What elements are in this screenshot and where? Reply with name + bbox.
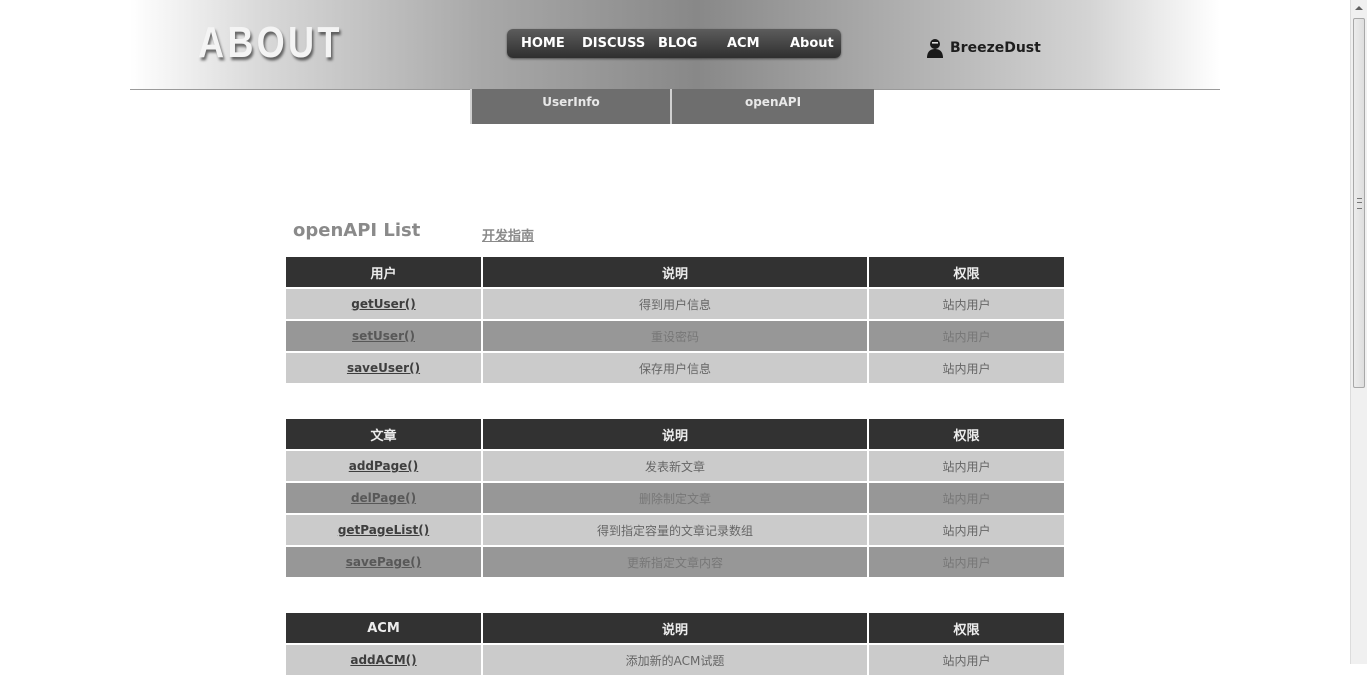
column-header-permission: 权限 (868, 613, 1064, 645)
column-header-category: ACM (286, 613, 483, 645)
nav-acm[interactable]: ACM (727, 29, 760, 58)
api-description: 添加新的ACM试题 (482, 644, 869, 677)
table-row: setUser() 重设密码 站内用户 (286, 320, 1064, 353)
scroll-up-icon[interactable] (1355, 6, 1363, 10)
api-link-saveuser[interactable]: saveUser() (347, 361, 420, 375)
column-header-permission: 权限 (868, 257, 1064, 289)
user-menu[interactable]: BreezeDust (926, 36, 1041, 60)
table-row: addPage() 发表新文章 站内用户 (286, 450, 1064, 483)
api-permission: 站内用户 (868, 514, 1064, 547)
column-header-description: 说明 (482, 419, 869, 451)
vertical-scrollbar[interactable] (1350, 0, 1367, 664)
acm-api-table: ACM 说明 权限 addACM() 添加新的ACM试题 站内用户 (286, 613, 1064, 677)
table-row: addACM() 添加新的ACM试题 站内用户 (286, 644, 1064, 677)
api-permission: 站内用户 (868, 450, 1064, 483)
api-permission: 站内用户 (868, 320, 1064, 353)
api-description: 删除制定文章 (482, 482, 869, 515)
dev-guide-link[interactable]: 开发指南 (482, 225, 534, 244)
api-link-savepage[interactable]: savePage() (346, 555, 421, 569)
tab-openapi[interactable]: openAPI (670, 89, 874, 124)
column-header-permission: 权限 (868, 419, 1064, 451)
api-link-getuser[interactable]: getUser() (351, 297, 415, 311)
api-permission: 站内用户 (868, 482, 1064, 515)
sub-tabs: UserInfo openAPI (470, 89, 874, 124)
user-api-table: 用户 说明 权限 getUser() 得到用户信息 站内用户 setUser()… (286, 257, 1064, 385)
api-link-delpage[interactable]: delPage() (351, 491, 416, 505)
api-permission: 站内用户 (868, 546, 1064, 579)
api-link-getpagelist[interactable]: getPageList() (338, 523, 429, 537)
page-api-table: 文章 说明 权限 addPage() 发表新文章 站内用户 delPage() … (286, 419, 1064, 579)
api-permission: 站内用户 (868, 352, 1064, 385)
table-row: saveUser() 保存用户信息 站内用户 (286, 352, 1064, 385)
username[interactable]: BreezeDust (950, 40, 1041, 56)
main-nav: HOME DISCUSS BLOG ACM About (507, 29, 841, 58)
api-link-addpage[interactable]: addPage() (349, 459, 419, 473)
nav-home[interactable]: HOME (521, 29, 565, 58)
site-logo[interactable]: ABOUT (198, 18, 343, 68)
column-header-description: 说明 (482, 257, 869, 289)
api-description: 发表新文章 (482, 450, 869, 483)
api-description: 得到指定容量的文章记录数组 (482, 514, 869, 547)
column-header-category: 用户 (286, 257, 483, 289)
column-header-description: 说明 (482, 613, 869, 645)
table-row: getUser() 得到用户信息 站内用户 (286, 288, 1064, 321)
nav-blog[interactable]: BLOG (658, 29, 697, 58)
tab-userinfo[interactable]: UserInfo (470, 89, 670, 124)
api-description: 重设密码 (482, 320, 869, 353)
api-description: 更新指定文章内容 (482, 546, 869, 579)
user-silhouette-icon (927, 39, 943, 58)
page-title: openAPI List (293, 220, 421, 241)
scrollbar-thumb[interactable] (1353, 18, 1365, 388)
column-header-category: 文章 (286, 419, 483, 451)
nav-discuss[interactable]: DISCUSS (582, 29, 645, 58)
api-link-addacm[interactable]: addACM() (350, 653, 416, 667)
api-description: 得到用户信息 (482, 288, 869, 321)
nav-about[interactable]: About (790, 29, 834, 58)
api-link-setuser[interactable]: setUser() (352, 329, 415, 343)
table-row: getPageList() 得到指定容量的文章记录数组 站内用户 (286, 514, 1064, 547)
table-row: savePage() 更新指定文章内容 站内用户 (286, 546, 1064, 579)
api-permission: 站内用户 (868, 288, 1064, 321)
site-header: ABOUT HOME DISCUSS BLOG ACM About Breeze… (130, 0, 1220, 90)
grip-icon (1357, 198, 1362, 209)
table-row: delPage() 删除制定文章 站内用户 (286, 482, 1064, 515)
api-permission: 站内用户 (868, 644, 1064, 677)
api-description: 保存用户信息 (482, 352, 869, 385)
